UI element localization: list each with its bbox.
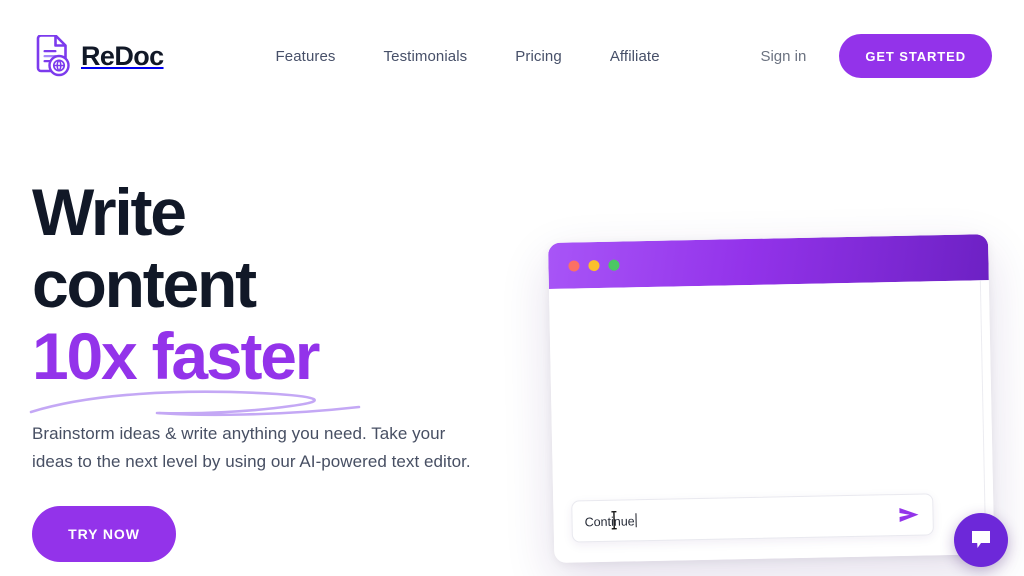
chat-bubble-icon	[972, 531, 990, 548]
window-controls	[568, 259, 620, 272]
app-mockup: Continue	[548, 234, 1018, 573]
brand-name: ReDoc	[81, 40, 164, 71]
mockup-body: Continue	[548, 280, 995, 563]
maximize-dot[interactable]	[608, 259, 620, 271]
document-globe-icon	[32, 35, 72, 77]
minimize-dot[interactable]	[588, 259, 600, 271]
nav-item-features[interactable]: Features	[276, 48, 336, 65]
header-actions: Sign in GET STARTED	[760, 34, 992, 78]
site-header: ReDoc Features Testimonials Pricing Affi…	[0, 0, 1024, 112]
chat-support-button[interactable]	[954, 513, 1008, 567]
headline-accent-wrap: 10x faster	[29, 319, 361, 417]
hero-subtext: Brainstorm ideas & write anything you ne…	[32, 424, 471, 471]
prompt-input-value: Continue	[584, 510, 637, 529]
hero-content: Write content 10x faster Brainstorm idea…	[29, 175, 502, 562]
brand-logo[interactable]: ReDoc	[32, 35, 164, 77]
landing-page: ReDoc Features Testimonials Pricing Affi…	[0, 0, 1024, 576]
prompt-text: Continue	[584, 513, 635, 529]
nav-item-testimonials[interactable]: Testimonials	[384, 48, 468, 65]
headline-accent: 10x faster	[32, 319, 320, 393]
try-now-button[interactable]: TRY NOW	[32, 506, 176, 562]
main-navigation: Features Testimonials Pricing Affiliate	[276, 48, 660, 65]
page-title: Write content 10x faster	[29, 175, 502, 417]
nav-item-pricing[interactable]: Pricing	[515, 48, 562, 65]
headline-line-1: Write	[32, 175, 187, 249]
editor-prompt-input[interactable]: Continue	[571, 493, 934, 543]
send-arrow-icon[interactable]	[898, 506, 920, 524]
text-caret	[635, 512, 637, 527]
get-started-button[interactable]: GET STARTED	[839, 34, 992, 78]
close-dot[interactable]	[568, 259, 580, 272]
nav-item-affiliate[interactable]: Affiliate	[610, 48, 660, 65]
mockup-window: Continue	[548, 234, 995, 563]
sign-in-link[interactable]: Sign in	[760, 48, 806, 65]
headline-line-2: content	[32, 247, 257, 321]
panel-divider	[979, 280, 986, 521]
